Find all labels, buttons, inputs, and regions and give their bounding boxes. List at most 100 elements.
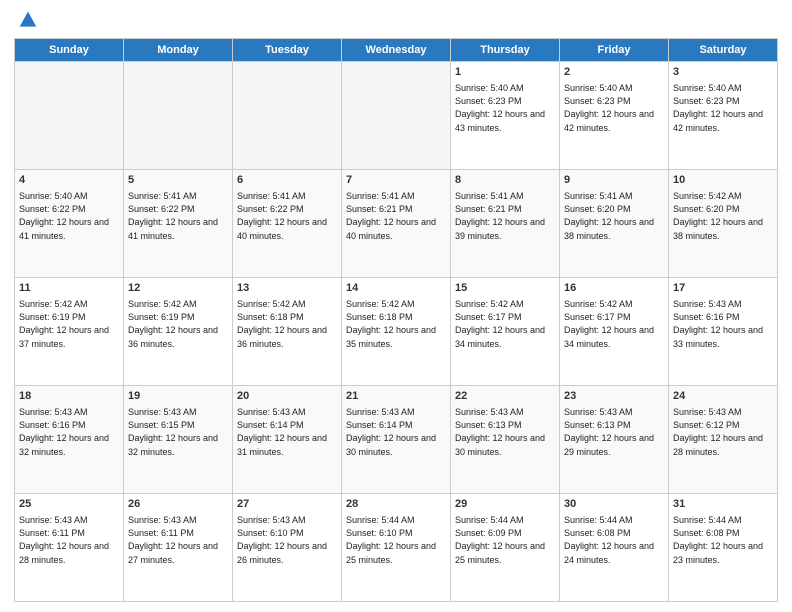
day-number: 28 (346, 497, 446, 512)
calendar-cell: 26Sunrise: 5:43 AMSunset: 6:11 PMDayligh… (124, 494, 233, 602)
day-info: Sunrise: 5:40 AMSunset: 6:23 PMDaylight:… (455, 82, 555, 134)
calendar-cell: 13 Sunrise: 5:42 AMSunset: 6:18 PMDayligh… (233, 278, 342, 386)
day-number: 17 (673, 281, 773, 296)
day-number: 20 (237, 389, 337, 404)
day-info: Sunrise: 5:43 AMSunset: 6:16 PMDaylight:… (673, 298, 773, 350)
calendar-cell: 23 Sunrise: 5:43 AMSunset: 6:13 PMDayligh… (560, 386, 669, 494)
day-number: 5 (128, 173, 228, 188)
calendar-cell: 2Sunrise: 5:40 AMSunset: 6:23 PMDaylight… (560, 62, 669, 170)
day-number: 27 (237, 497, 337, 512)
calendar-cell: 19 Sunrise: 5:43 AMSunset: 6:15 PMDayligh… (124, 386, 233, 494)
day-info: Sunrise: 5:44 AMSunset: 6:09 PMDaylight:… (455, 514, 555, 566)
calendar-cell: 5 Sunrise: 5:41 AMSunset: 6:22 PMDaylight… (124, 170, 233, 278)
calendar-cell: 7Sunrise: 5:41 AMSunset: 6:21 PMDaylight… (342, 170, 451, 278)
day-number: 8 (455, 173, 555, 188)
day-info: Sunrise: 5:43 AMSunset: 6:11 PMDaylight:… (19, 514, 119, 566)
day-number: 22 (455, 389, 555, 404)
day-number: 3 (673, 65, 773, 80)
day-info: Sunrise: 5:40 AMSunset: 6:23 PMDaylight:… (673, 82, 773, 134)
day-number: 10 (673, 173, 773, 188)
calendar-cell (233, 62, 342, 170)
day-info: Sunrise: 5:42 AMSunset: 6:19 PMDaylight:… (19, 298, 119, 350)
calendar-cell: 6 Sunrise: 5:41 AMSunset: 6:22 PMDaylight… (233, 170, 342, 278)
day-info: Sunrise: 5:41 AMSunset: 6:22 PMDaylight:… (237, 190, 337, 242)
day-number: 9 (564, 173, 664, 188)
calendar-week-row: 4Sunrise: 5:40 AMSunset: 6:22 PMDaylight… (15, 170, 778, 278)
day-info: Sunrise: 5:43 AMSunset: 6:14 PMDaylight:… (237, 406, 337, 458)
calendar-cell: 18 Sunrise: 5:43 AMSunset: 6:16 PMDayligh… (15, 386, 124, 494)
calendar-cell: 25Sunrise: 5:43 AMSunset: 6:11 PMDayligh… (15, 494, 124, 602)
calendar-cell (342, 62, 451, 170)
day-number: 18 (19, 389, 119, 404)
calendar-cell: 30 Sunrise: 5:44 AMSunset: 6:08 PMDayligh… (560, 494, 669, 602)
calendar-cell: 14 Sunrise: 5:42 AMSunset: 6:18 PMDayligh… (342, 278, 451, 386)
calendar-day-header: Wednesday (342, 39, 451, 62)
calendar-cell: 12 Sunrise: 5:42 AMSunset: 6:19 PMDayligh… (124, 278, 233, 386)
calendar-cell (15, 62, 124, 170)
calendar-header-row: SundayMondayTuesdayWednesdayThursdayFrid… (15, 39, 778, 62)
calendar-cell: 21 Sunrise: 5:43 AMSunset: 6:14 PMDayligh… (342, 386, 451, 494)
day-number: 14 (346, 281, 446, 296)
day-number: 16 (564, 281, 664, 296)
day-number: 13 (237, 281, 337, 296)
day-info: Sunrise: 5:44 AMSunset: 6:08 PMDaylight:… (564, 514, 664, 566)
calendar-cell: 3 Sunrise: 5:40 AMSunset: 6:23 PMDaylight… (669, 62, 778, 170)
day-number: 23 (564, 389, 664, 404)
calendar-cell: 8 Sunrise: 5:41 AMSunset: 6:21 PMDaylight… (451, 170, 560, 278)
day-info: Sunrise: 5:42 AMSunset: 6:18 PMDaylight:… (237, 298, 337, 350)
day-number: 24 (673, 389, 773, 404)
calendar-cell: 15 Sunrise: 5:42 AMSunset: 6:17 PMDayligh… (451, 278, 560, 386)
day-number: 6 (237, 173, 337, 188)
day-info: Sunrise: 5:42 AMSunset: 6:20 PMDaylight:… (673, 190, 773, 242)
day-info: Sunrise: 5:43 AMSunset: 6:10 PMDaylight:… (237, 514, 337, 566)
calendar-cell (124, 62, 233, 170)
calendar-cell: 24 Sunrise: 5:43 AMSunset: 6:12 PMDayligh… (669, 386, 778, 494)
day-number: 7 (346, 173, 446, 188)
day-info: Sunrise: 5:44 AMSunset: 6:10 PMDaylight:… (346, 514, 446, 566)
calendar-day-header: Saturday (669, 39, 778, 62)
day-info: Sunrise: 5:41 AMSunset: 6:20 PMDaylight:… (564, 190, 664, 242)
calendar-table: SundayMondayTuesdayWednesdayThursdayFrid… (14, 38, 778, 602)
day-info: Sunrise: 5:41 AMSunset: 6:21 PMDaylight:… (455, 190, 555, 242)
day-number: 2 (564, 65, 664, 80)
calendar-cell: 10 Sunrise: 5:42 AMSunset: 6:20 PMDayligh… (669, 170, 778, 278)
day-number: 12 (128, 281, 228, 296)
day-info: Sunrise: 5:43 AMSunset: 6:13 PMDaylight:… (564, 406, 664, 458)
day-number: 4 (19, 173, 119, 188)
day-info: Sunrise: 5:43 AMSunset: 6:15 PMDaylight:… (128, 406, 228, 458)
day-number: 15 (455, 281, 555, 296)
day-info: Sunrise: 5:42 AMSunset: 6:19 PMDaylight:… (128, 298, 228, 350)
day-info: Sunrise: 5:44 AMSunset: 6:08 PMDaylight:… (673, 514, 773, 566)
calendar-cell: 28 Sunrise: 5:44 AMSunset: 6:10 PMDayligh… (342, 494, 451, 602)
day-number: 31 (673, 497, 773, 512)
day-number: 21 (346, 389, 446, 404)
day-info: Sunrise: 5:43 AMSunset: 6:12 PMDaylight:… (673, 406, 773, 458)
calendar-cell: 1 Sunrise: 5:40 AMSunset: 6:23 PMDaylight… (451, 62, 560, 170)
calendar-cell: 9 Sunrise: 5:41 AMSunset: 6:20 PMDaylight… (560, 170, 669, 278)
day-number: 1 (455, 65, 555, 80)
day-info: Sunrise: 5:43 AMSunset: 6:14 PMDaylight:… (346, 406, 446, 458)
calendar-week-row: 11 Sunrise: 5:42 AMSunset: 6:19 PMDayligh… (15, 278, 778, 386)
calendar-cell: 16 Sunrise: 5:42 AMSunset: 6:17 PMDayligh… (560, 278, 669, 386)
day-number: 11 (19, 281, 119, 296)
calendar-cell: 17 Sunrise: 5:43 AMSunset: 6:16 PMDayligh… (669, 278, 778, 386)
logo-icon (18, 10, 38, 30)
day-info: Sunrise: 5:41 AMSunset: 6:22 PMDaylight:… (128, 190, 228, 242)
page: SundayMondayTuesdayWednesdayThursdayFrid… (0, 0, 792, 612)
day-info: Sunrise: 5:43 AMSunset: 6:16 PMDaylight:… (19, 406, 119, 458)
day-info: Sunrise: 5:42 AMSunset: 6:17 PMDaylight:… (564, 298, 664, 350)
day-number: 30 (564, 497, 664, 512)
calendar-week-row: 1 Sunrise: 5:40 AMSunset: 6:23 PMDaylight… (15, 62, 778, 170)
calendar-cell: 4Sunrise: 5:40 AMSunset: 6:22 PMDaylight… (15, 170, 124, 278)
calendar-cell: 11 Sunrise: 5:42 AMSunset: 6:19 PMDayligh… (15, 278, 124, 386)
day-info: Sunrise: 5:42 AMSunset: 6:18 PMDaylight:… (346, 298, 446, 350)
day-number: 29 (455, 497, 555, 512)
calendar-week-row: 18 Sunrise: 5:43 AMSunset: 6:16 PMDayligh… (15, 386, 778, 494)
calendar-cell: 27 Sunrise: 5:43 AMSunset: 6:10 PMDayligh… (233, 494, 342, 602)
day-info: Sunrise: 5:42 AMSunset: 6:17 PMDaylight:… (455, 298, 555, 350)
calendar-cell: 29 Sunrise: 5:44 AMSunset: 6:09 PMDayligh… (451, 494, 560, 602)
calendar-day-header: Thursday (451, 39, 560, 62)
day-number: 19 (128, 389, 228, 404)
calendar-week-row: 25Sunrise: 5:43 AMSunset: 6:11 PMDayligh… (15, 494, 778, 602)
day-info: Sunrise: 5:43 AMSunset: 6:11 PMDaylight:… (128, 514, 228, 566)
